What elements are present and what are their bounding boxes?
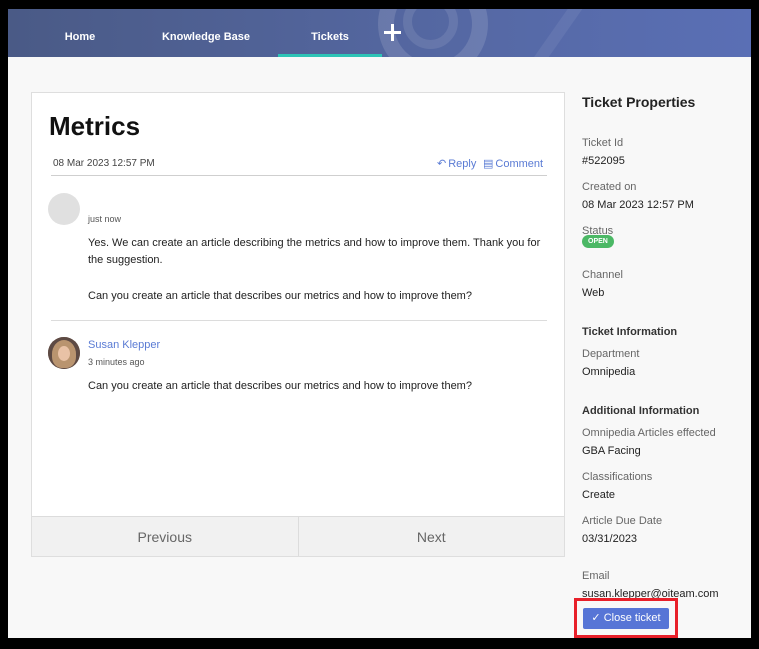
add-icon[interactable] bbox=[381, 21, 405, 45]
ticket-id-label: Ticket Id bbox=[582, 137, 624, 149]
due-date-label: Article Due Date bbox=[582, 515, 663, 527]
ticket-id-value: #522095 bbox=[582, 155, 625, 167]
close-ticket-highlight: ✓ Close ticket bbox=[574, 598, 678, 638]
comment-text: Can you create an article that describes… bbox=[88, 380, 472, 392]
articles-value: GBA Facing bbox=[582, 445, 641, 457]
department-value: Omnipedia bbox=[582, 366, 636, 378]
ticket-information-heading: Ticket Information bbox=[582, 326, 678, 338]
comment-text-quote: Can you create an article that describes… bbox=[88, 290, 472, 302]
comment-icon: ▤ bbox=[483, 158, 494, 170]
divider bbox=[51, 320, 547, 321]
divider bbox=[51, 175, 547, 176]
ticket-card: Metrics 08 Mar 2023 12:57 PM ↶ Reply ▤ Com… bbox=[31, 92, 565, 557]
channel-value: Web bbox=[582, 287, 605, 299]
classifications-label: Classifications bbox=[582, 471, 653, 483]
nav-tickets[interactable]: Tickets bbox=[278, 9, 382, 57]
nav-home[interactable]: Home bbox=[50, 9, 110, 57]
comment-label: Comment bbox=[495, 158, 544, 170]
next-button[interactable]: Next bbox=[299, 517, 565, 556]
reply-icon: ↶ bbox=[437, 158, 447, 170]
comment-text: Yes. We can create an article describing… bbox=[88, 237, 541, 266]
ticket-title: Metrics bbox=[49, 111, 141, 141]
reply-link[interactable]: ↶ Reply bbox=[437, 157, 476, 170]
background-decoration bbox=[520, 9, 588, 57]
avatar-face bbox=[58, 346, 70, 361]
properties-title: Ticket Properties bbox=[582, 94, 696, 110]
top-navigation: Home Knowledge Base Tickets bbox=[8, 9, 751, 57]
comment-time: just now bbox=[88, 214, 122, 224]
user-avatar bbox=[48, 337, 80, 369]
comment-time: 3 minutes ago bbox=[88, 357, 145, 367]
created-label: Created on bbox=[582, 181, 637, 193]
status-badge: OPEN bbox=[582, 235, 614, 248]
articles-label: Omnipedia Articles effected bbox=[582, 427, 716, 439]
nav-knowledge-base[interactable]: Knowledge Base bbox=[156, 9, 256, 57]
check-icon: ✓ bbox=[591, 612, 604, 624]
pagination: Previous Next bbox=[32, 516, 564, 556]
created-value: 08 Mar 2023 12:57 PM bbox=[582, 199, 694, 211]
email-label: Email bbox=[582, 570, 610, 582]
reply-label: Reply bbox=[448, 158, 477, 170]
comment-link[interactable]: ▤ Comment bbox=[483, 157, 543, 170]
ticket-date: 08 Mar 2023 12:57 PM bbox=[53, 158, 155, 169]
due-date-value: 03/31/2023 bbox=[582, 533, 638, 545]
previous-button[interactable]: Previous bbox=[32, 517, 299, 556]
close-ticket-label: Close ticket bbox=[603, 612, 661, 624]
channel-label: Channel bbox=[582, 269, 623, 281]
department-label: Department bbox=[582, 348, 640, 360]
avatar bbox=[48, 193, 80, 225]
comment-author[interactable]: Susan Klepper bbox=[88, 339, 160, 351]
browser-frame: Home Knowledge Base Tickets Metrics 08 M… bbox=[0, 0, 759, 649]
close-ticket-button[interactable]: ✓ Close ticket bbox=[583, 608, 669, 629]
additional-information-heading: Additional Information bbox=[582, 405, 700, 417]
classifications-value: Create bbox=[582, 489, 616, 501]
